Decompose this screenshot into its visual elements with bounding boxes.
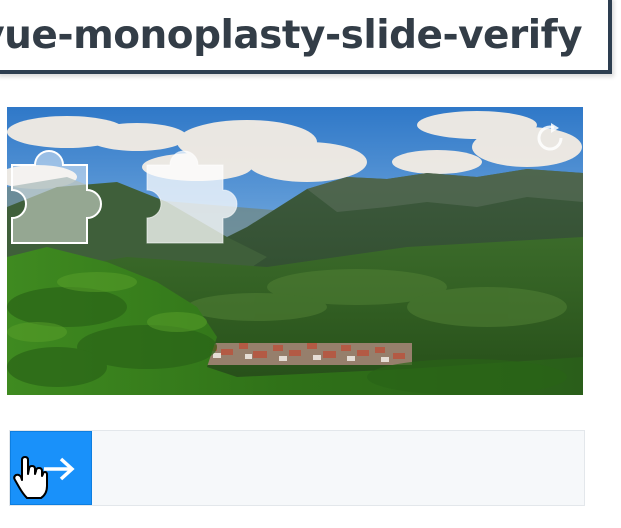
page-title: vue-monoplasty-slide-verify <box>0 12 582 58</box>
arrow-right-icon <box>44 457 75 481</box>
puzzle-hole <box>146 150 238 244</box>
landscape-image <box>7 107 583 395</box>
verify-canvas <box>7 107 583 395</box>
slider-handle[interactable] <box>10 431 92 505</box>
puzzle-piece <box>11 150 102 244</box>
refresh-icon[interactable] <box>532 120 568 156</box>
slider-track <box>9 430 585 506</box>
title-bar: vue-monoplasty-slide-verify <box>0 0 612 74</box>
